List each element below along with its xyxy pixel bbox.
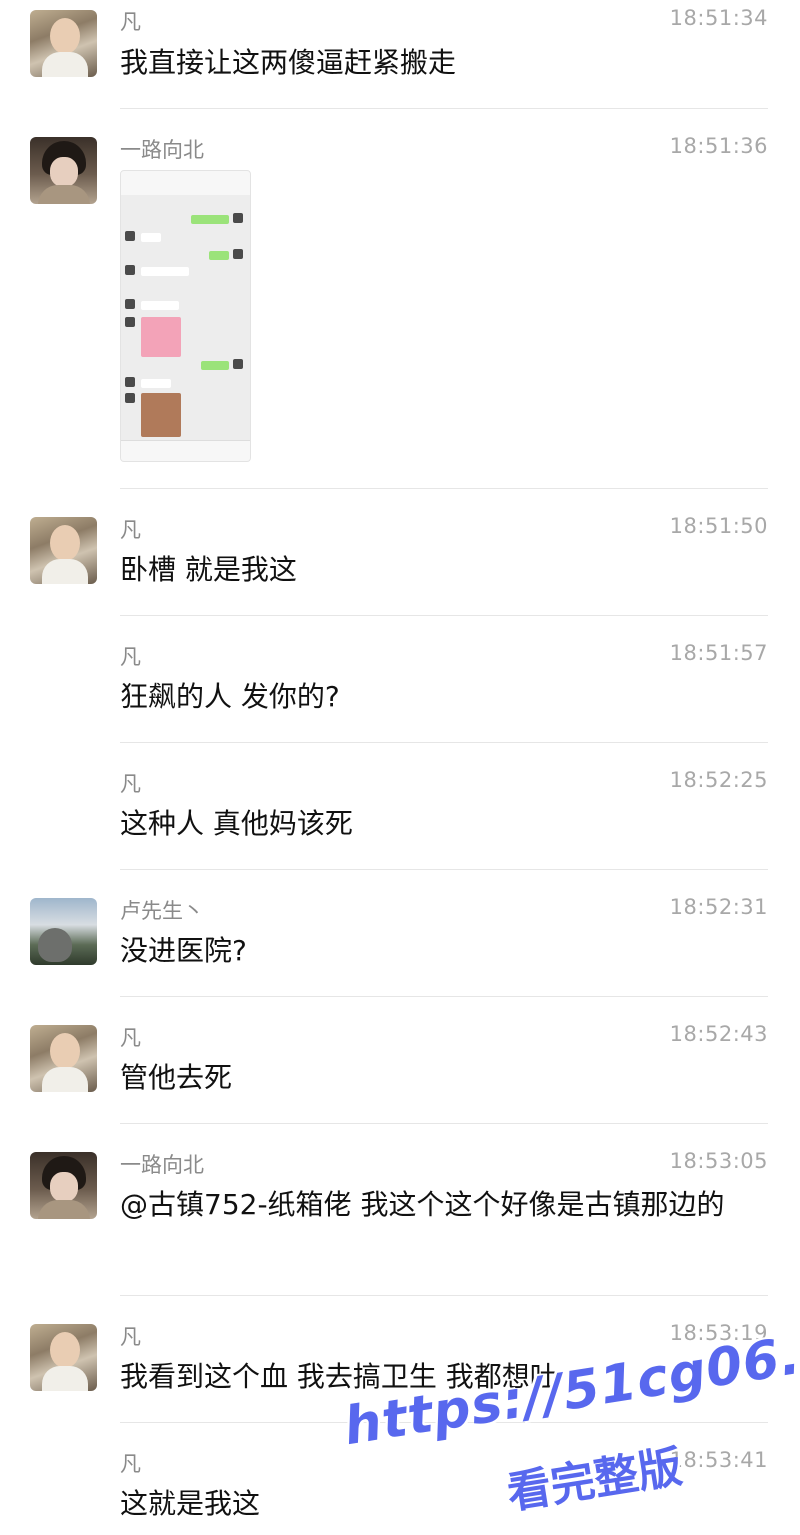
divider: [120, 742, 768, 743]
sender-name: 凡: [120, 1452, 141, 1476]
sender-name: 凡: [120, 518, 141, 542]
sender-name: 凡: [120, 645, 141, 669]
divider: [120, 869, 768, 870]
sender-name: 卢先生丶: [120, 899, 204, 923]
avatar-fan[interactable]: [30, 517, 97, 584]
avatar-lu[interactable]: [30, 898, 97, 965]
message-text: 狂飙的人 发你的?: [120, 680, 340, 713]
sender-name: 凡: [120, 10, 141, 34]
message-text: 卧槽 就是我这: [120, 553, 297, 586]
avatar-yilu[interactable]: [30, 1152, 97, 1219]
watermark-url: https://51cg06.cc: [340, 1315, 800, 1458]
message-text: 这种人 真他妈该死: [120, 807, 353, 840]
message-time: 18:51:34: [669, 6, 768, 30]
message-time: 18:51:57: [669, 641, 768, 665]
divider: [120, 996, 768, 997]
sender-name: 凡: [120, 1026, 141, 1050]
avatar-fan[interactable]: [30, 1324, 97, 1391]
message-text: 我直接让这两傻逼赶紧搬走: [120, 46, 457, 79]
divider: [120, 1295, 768, 1296]
message-time: 18:53:05: [669, 1149, 768, 1173]
message-time: 18:51:36: [669, 134, 768, 158]
message-text: 管他去死: [120, 1061, 233, 1094]
message-time: 18:52:31: [669, 895, 768, 919]
divider: [120, 615, 768, 616]
watermark-subtitle: 看完整版: [503, 1441, 686, 1520]
divider: [120, 488, 768, 489]
message-time: 18:52:43: [669, 1022, 768, 1046]
avatar-fan[interactable]: [30, 1025, 97, 1092]
divider: [120, 108, 768, 109]
sender-name: 凡: [120, 772, 141, 796]
message-time: 18:52:25: [669, 768, 768, 792]
message-time: 18:51:50: [669, 514, 768, 538]
message-text: @古镇752-纸箱佬 我这个这个好像是古镇那边的: [120, 1188, 725, 1221]
sender-name: 一路向北: [120, 1153, 204, 1177]
avatar-yilu[interactable]: [30, 137, 97, 204]
watermark: https://51cg06.cc 看完整版: [340, 1316, 800, 1530]
avatar-fan[interactable]: [30, 10, 97, 77]
sender-name: 一路向北: [120, 138, 204, 162]
sender-name: 凡: [120, 1325, 141, 1349]
divider: [120, 1123, 768, 1124]
message-text: 没进医院?: [120, 934, 247, 967]
chat-screenshot-image[interactable]: [120, 170, 251, 462]
